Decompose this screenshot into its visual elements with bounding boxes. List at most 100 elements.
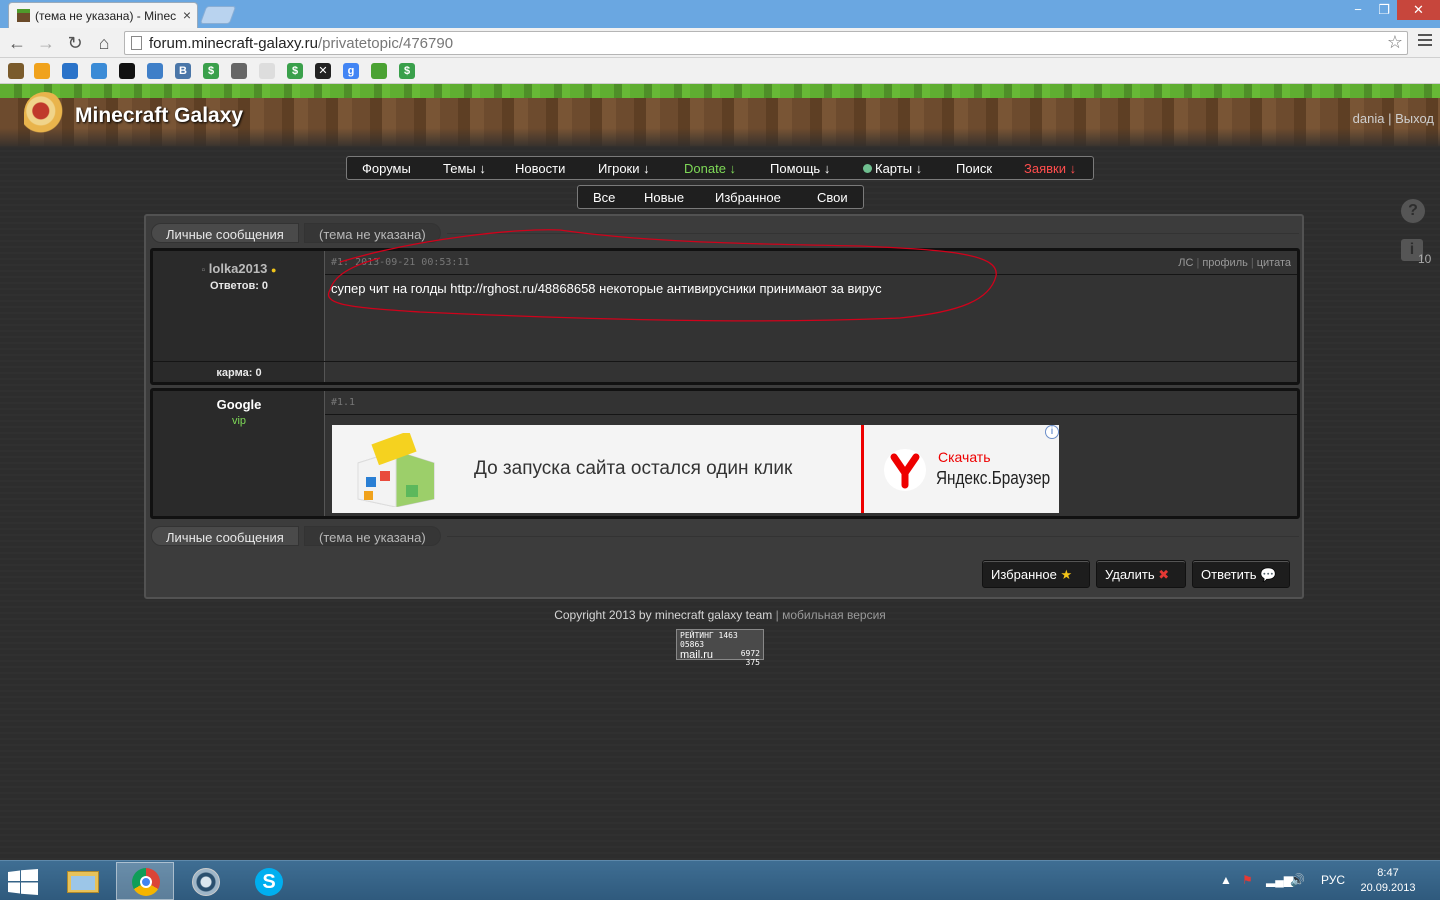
user-links: dania | Выход <box>1353 111 1434 126</box>
nav-item[interactable]: Новости <box>515 161 565 176</box>
nav-item[interactable]: Игроки ↓ <box>598 161 650 176</box>
globe-icon <box>863 164 872 173</box>
browser-tab[interactable]: (тема не указана) - Minec × <box>8 2 198 28</box>
nav-item[interactable]: Заявки ↓ <box>1024 161 1076 176</box>
topic-panel: Личные сообщения (тема не указана) ▫ lol… <box>144 214 1304 599</box>
action-center-icon[interactable]: ⚑ <box>1242 873 1253 887</box>
show-hidden-icons[interactable]: ▲ <box>1220 873 1232 887</box>
url-path: /privatetopic/476790 <box>317 35 454 52</box>
back-button[interactable]: ← <box>6 32 28 54</box>
home-button[interactable]: ⌂ <box>93 32 115 54</box>
dollar-icon[interactable]: $ <box>399 63 415 79</box>
post-author-column: Google vip <box>153 391 325 516</box>
delete-button[interactable]: Удалить ✖ <box>1096 560 1186 588</box>
leaf-icon[interactable] <box>371 63 387 79</box>
advertisement-banner[interactable]: До запуска сайта остался один клик Скача… <box>332 425 1059 513</box>
post-author[interactable]: Google <box>153 397 325 412</box>
skype-taskbar-icon[interactable]: S <box>240 862 298 900</box>
forward-button[interactable]: → <box>35 32 57 54</box>
flower-icon[interactable] <box>34 63 50 79</box>
user-sep: | <box>1388 111 1392 126</box>
red-x-icon: ✖ <box>1158 567 1170 582</box>
subnav-item[interactable]: Свои <box>817 190 848 205</box>
bookmark-star-icon[interactable]: ☆ <box>1387 32 1403 53</box>
x-icon[interactable]: ✕ <box>315 63 331 79</box>
nav-item[interactable]: Помощь ↓ <box>770 161 830 176</box>
tab-close-icon[interactable]: × <box>183 7 191 23</box>
post-content: #1: 2013-09-21 00:53:11 ЛС | профиль | цитат… <box>325 251 1297 382</box>
subnav-item[interactable]: Все <box>593 190 615 205</box>
copyright: Copyright 2013 by minecraft galaxy team <box>554 608 773 622</box>
close-window-button[interactable]: ✕ <box>1397 0 1440 20</box>
ad-headline: До запуска сайта остался один клик <box>474 458 793 479</box>
browser-titlebar: (тема не указана) - Minec × − ❐ ✕ <box>0 0 1440 28</box>
post-meta: #1: 2013-09-21 00:53:11 ЛС | профиль | цитат… <box>325 251 1297 275</box>
maximize-button[interactable]: ❐ <box>1371 0 1397 20</box>
nav-item[interactable]: Donate ↓ <box>684 161 736 176</box>
windows-taskbar: S ▲ ⚑ ▂▄▆ 🔊 РУС 8:47 20.09.2013 <box>0 860 1440 900</box>
profile-link[interactable]: профиль <box>1202 257 1248 269</box>
pm-link[interactable]: ЛС <box>1178 257 1193 269</box>
nav-item[interactable]: Форумы <box>362 161 411 176</box>
ad-info-icon[interactable]: i <box>1045 425 1059 439</box>
yandex-box-icon <box>357 433 435 507</box>
author-link[interactable]: lolka2013 <box>209 261 268 276</box>
ad-cta-bottom: Яндекс.Браузер <box>936 468 1051 488</box>
post: Google vip #1.1 До запуска сайта остался… <box>150 388 1300 519</box>
breadcrumb-section[interactable]: Личные сообщения <box>151 223 299 243</box>
browser-toolbar: ← → ↻ ⌂ forum.minecraft-galaxy.ru/privat… <box>0 28 1440 58</box>
chrome-menu-icon[interactable] <box>1418 34 1432 49</box>
site-logo[interactable]: Minecraft Galaxy <box>75 104 243 128</box>
nav-item[interactable]: Карты ↓ <box>863 161 922 176</box>
new-tab-button[interactable] <box>199 6 237 24</box>
site-header: Minecraft Galaxy dania | Выход <box>0 84 1440 150</box>
username-link[interactable]: dania <box>1353 111 1385 126</box>
vk-icon[interactable]: B <box>175 63 191 79</box>
reload-button[interactable]: ↻ <box>64 32 86 54</box>
volume-icon[interactable]: 🔊 <box>1290 873 1305 887</box>
post-author: ▫ lolka2013 ● <box>201 261 277 276</box>
mailru-counter[interactable]: РЕЙТИНГ 1463 05863 mail.ru 6972 375 <box>676 629 764 667</box>
windows-start-icon[interactable] <box>8 869 38 895</box>
breadcrumb-section[interactable]: Личные сообщения <box>151 526 299 546</box>
logout-link[interactable]: Выход <box>1395 111 1434 126</box>
address-bar[interactable]: forum.minecraft-galaxy.ru/privatetopic/4… <box>124 31 1408 55</box>
black-circle-icon[interactable] <box>119 63 135 79</box>
mobile-version-link[interactable]: мобильная версия <box>782 608 886 622</box>
yandex-logo-icon <box>884 449 926 491</box>
user-role: vip <box>231 415 247 427</box>
circle-target-icon[interactable] <box>62 63 78 79</box>
reply-button[interactable]: Ответить 💬 <box>1192 560 1290 588</box>
minimize-button[interactable]: − <box>1345 0 1371 20</box>
favorite-button[interactable]: Избранное ★ <box>982 560 1090 588</box>
minecraft-block-icon[interactable] <box>8 63 24 79</box>
webcam-taskbar-icon[interactable] <box>178 862 236 900</box>
online-status-icon: ● <box>270 265 277 275</box>
quote-link[interactable]: цитата <box>1257 257 1291 269</box>
subnav-item[interactable]: Новые <box>644 190 684 205</box>
system-clock[interactable]: 8:47 20.09.2013 <box>1358 866 1418 896</box>
main-nav: Форумы Темы ↓ Новости Игроки ↓ Donate ↓ Помощ… <box>346 156 1094 180</box>
globe-icon[interactable] <box>91 63 107 79</box>
page-icon[interactable] <box>259 63 275 79</box>
gift-icon[interactable] <box>231 63 247 79</box>
dollar-icon[interactable]: $ <box>287 63 303 79</box>
google-icon[interactable]: g <box>343 63 359 79</box>
nav-item[interactable]: Темы ↓ <box>443 161 486 176</box>
language-indicator[interactable]: РУС <box>1321 873 1345 887</box>
file-explorer-taskbar-icon[interactable] <box>54 862 112 900</box>
minecraft-favicon-icon <box>17 9 30 22</box>
nav-item[interactable]: Поиск <box>956 161 992 176</box>
dollar-icon[interactable]: $ <box>203 63 219 79</box>
galaxy-logo-icon[interactable] <box>24 92 66 134</box>
chrome-taskbar-icon[interactable] <box>116 862 174 900</box>
url-domain: forum.minecraft-galaxy.ru <box>149 35 318 52</box>
notification-count: 10 <box>1418 252 1432 266</box>
spiral-icon[interactable] <box>147 63 163 79</box>
breadcrumb-topic: (тема не указана) <box>304 223 441 243</box>
network-icon[interactable]: ▂▄▆ <box>1266 873 1293 887</box>
speech-bubble-icon: 💬 <box>1260 567 1277 582</box>
tab-title: (тема не указана) - Minec <box>35 9 177 23</box>
help-icon[interactable]: ? <box>1401 199 1425 223</box>
subnav-item[interactable]: Избранное <box>715 190 781 205</box>
